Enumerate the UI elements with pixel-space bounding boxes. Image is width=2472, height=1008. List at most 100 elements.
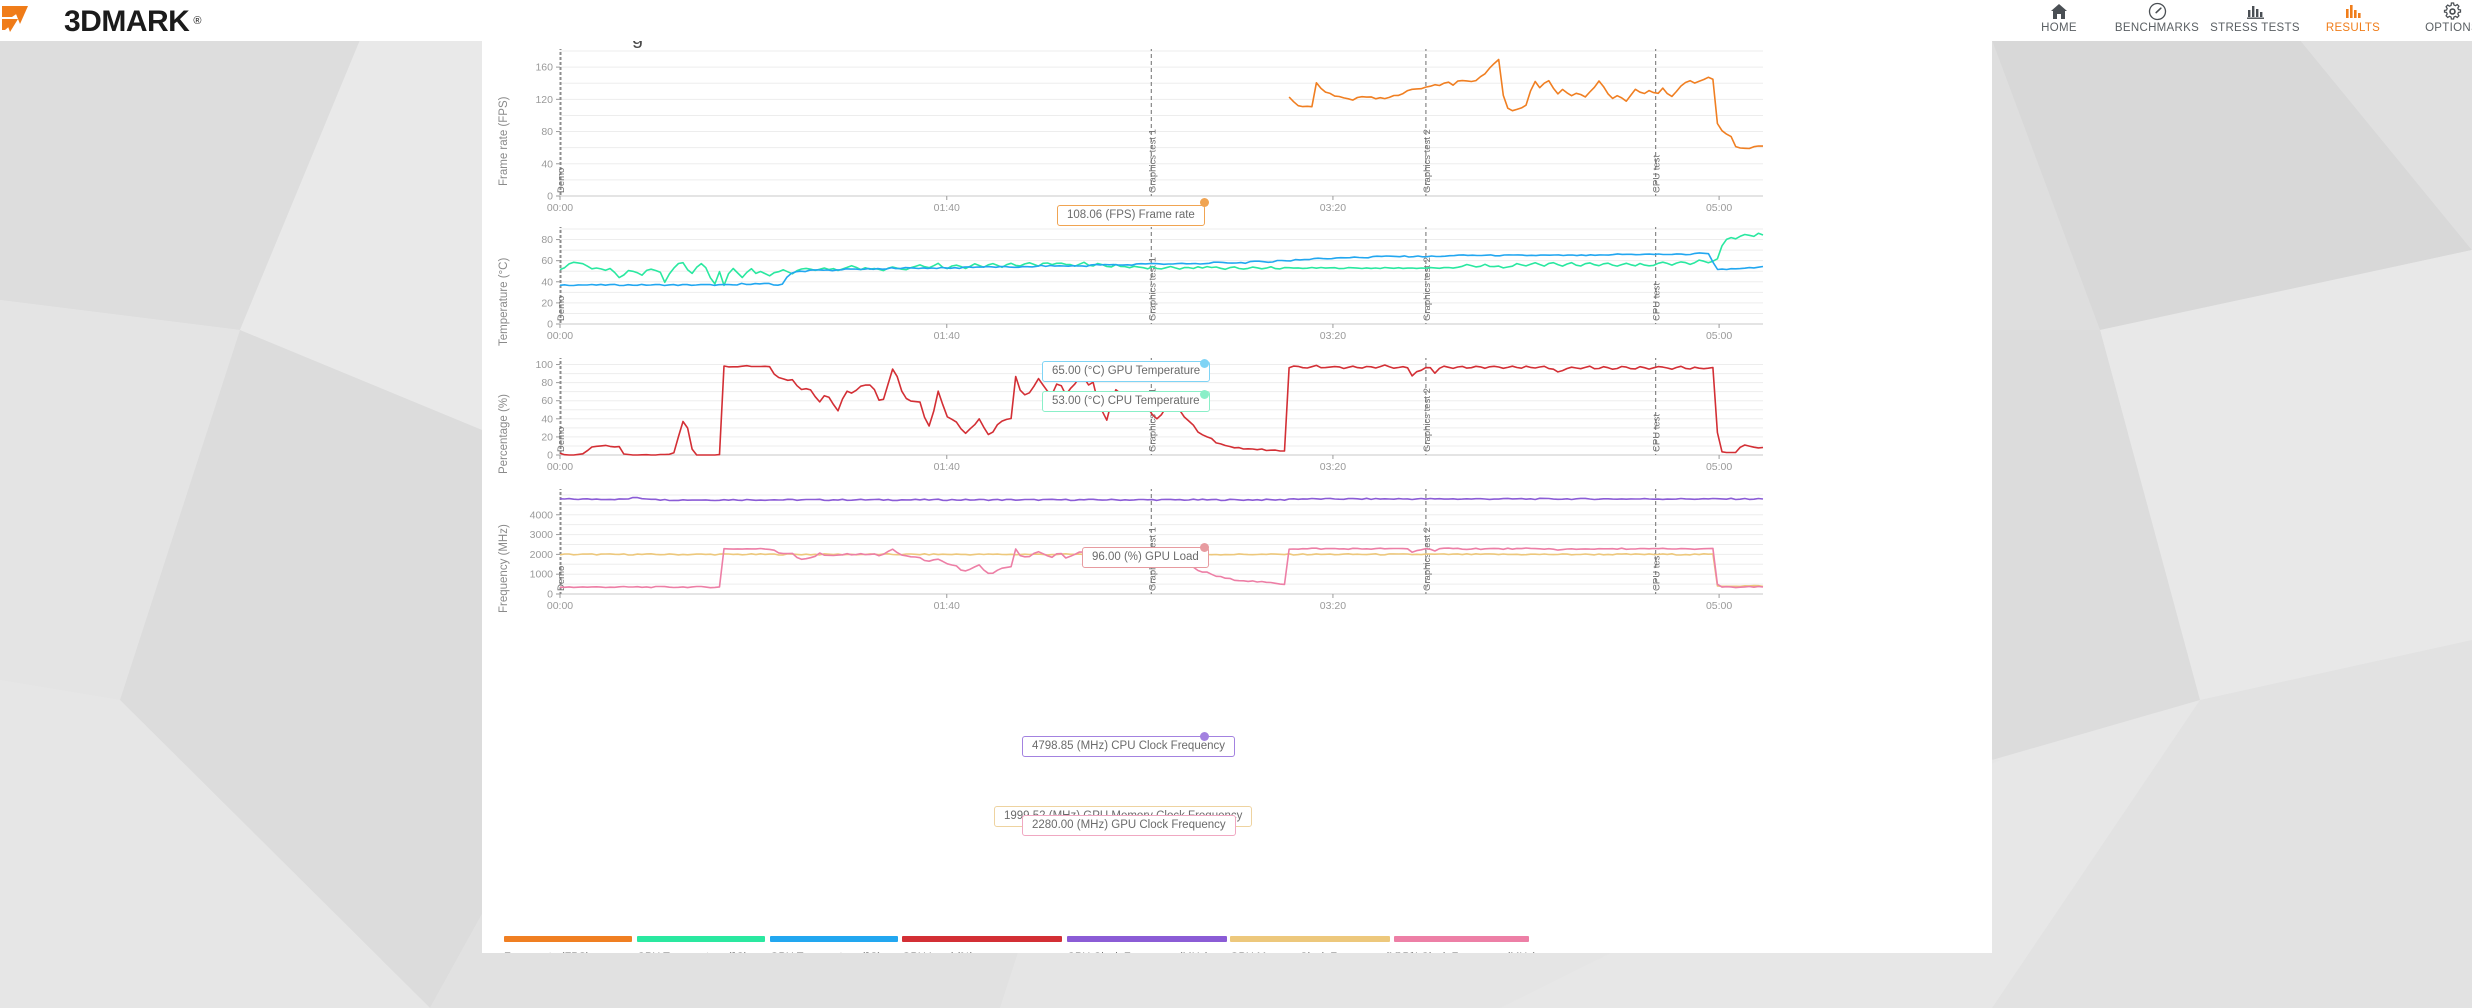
svg-text:Demo: Demo [556,168,567,193]
legend-label: CPU Clock Frequency (MHz) [1067,951,1227,953]
legend-item[interactable]: GPU Clock Frequency (MHz) [1394,936,1536,953]
legend-color-swatch [1067,936,1227,942]
chart-percentage-ylabel: Percentage (%) [498,394,510,474]
speedometer-icon [2148,2,2167,20]
svg-text:CPU test: CPU test [1652,283,1663,321]
legend-label: Frame rate (FPS) [504,951,632,953]
svg-text:0: 0 [547,589,553,601]
app-top-bar: 3DMARK ® HOME BENCHMARKS STRESS TESTS RE… [0,0,2472,41]
chart-tooltip: 2280.00 (MHz) GPU Clock Frequency [1022,815,1236,836]
legend-label: GPU Temperature (°C) [770,951,898,953]
gear-icon [2408,1,2472,20]
svg-text:CPU test: CPU test [1652,553,1663,591]
chart-tooltip: 53.00 (°C) CPU Temperature [1042,391,1210,412]
svg-text:4000: 4000 [530,509,554,521]
chart-tooltip-marker-dot [1200,543,1209,552]
chart-frequency-ylabel: Frequency (MHz) [498,524,510,613]
svg-text:00:00: 00:00 [547,202,573,214]
nav-label-results: RESULTS [2325,22,2381,34]
nav-label-home: HOME [2041,22,2077,34]
nav-label-stress-tests: STRESS TESTS [2210,22,2300,34]
nav-item-benchmarks[interactable]: BENCHMARKS [2108,0,2206,41]
svg-text:Demo: Demo [556,427,567,452]
svg-text:03:20: 03:20 [1320,461,1346,473]
svg-text:CPU test: CPU test [1652,155,1663,193]
chart-legend: Frame rate (FPS) CPU Temperature (°C) GPU … [482,936,1992,953]
svg-text:01:40: 01:40 [934,461,960,473]
legend-item[interactable]: GPU Temperature (°C) [770,936,898,953]
svg-text:80: 80 [541,377,553,389]
svg-text:00:00: 00:00 [547,330,573,342]
chart-percentage[interactable]: Percentage (%) 0 20 40 60 80 100 00:00 01:40 03:… [482,352,1992,483]
nav-item-results[interactable]: RESULTS [2304,0,2402,41]
chart-svg: 0 20 40 60 80 00:00 01:40 03:20 05:00 Demo Graphic… [541,227,1764,342]
legend-item[interactable]: GPU Memory Clock Frequency (MHz) [1230,936,1415,953]
svg-text:80: 80 [541,126,553,138]
legend-item[interactable]: Frame rate (FPS) [504,936,632,953]
svg-text:40: 40 [541,413,553,425]
svg-text:0: 0 [547,191,553,203]
svg-text:3000: 3000 [530,529,554,541]
monitoring-charts-container: g Frame rate (FPS) 0408012016000:0001:40… [482,41,1992,953]
legend-item[interactable]: CPU Clock Frequency (MHz) [1067,936,1227,953]
svg-text:160: 160 [535,62,553,74]
legend-color-swatch [637,936,765,942]
svg-text:20: 20 [541,431,553,443]
chart-svg: 0 40 80 120 160 00:00 01:40 03:20 05:00 Demo Graph… [535,49,1764,214]
legend-label: GPU Memory Clock Frequency (MHz) [1230,951,1415,953]
svg-text:03:20: 03:20 [1320,330,1346,342]
nav-label-options: OPTIONS [2425,22,2472,34]
nav-item-home[interactable]: HOME [2010,0,2108,41]
svg-text:05:00: 05:00 [1706,202,1732,214]
legend-item[interactable]: CPU Temperature (°C) [637,936,765,953]
series-line [559,232,1764,287]
nav-item-options[interactable]: OPTIONS [2402,0,2472,41]
svg-text:0: 0 [547,450,553,462]
chart-temperature[interactable]: Temperature (°C) 0 20 40 60 80 00:00 01:40 03:2… [482,221,1992,352]
svg-text:80: 80 [541,234,553,246]
legend-color-swatch [770,936,898,942]
svg-text:Graphics test 2: Graphics test 2 [1422,527,1433,591]
chart-tooltip-marker-dot [1200,732,1209,741]
chart-frame-rate-plot[interactable]: 0 40 80 120 160 00:00 01:40 03:20 05:00 Demo Graph… [520,49,1783,228]
svg-text:00:00: 00:00 [547,600,573,612]
legend-color-swatch [1230,936,1390,942]
legend-label: GPU Clock Frequency (MHz) [1394,951,1536,953]
chart-tooltip: 108.06 (FPS) Frame rate [1057,205,1205,226]
svg-text:1000: 1000 [530,569,554,581]
nav-item-stress-tests[interactable]: STRESS TESTS [2206,0,2304,41]
svg-text:00:00: 00:00 [547,461,573,473]
chart-temperature-plot[interactable]: 0 20 40 60 80 00:00 01:40 03:20 05:00 Demo Graphic… [520,227,1783,356]
home-icon [2050,2,2068,20]
svg-text:60: 60 [541,255,553,267]
svg-text:2000: 2000 [530,549,554,561]
chart-frequency[interactable]: Frequency (MHz) 0 1000 2000 3000 4000 00:00 01… [482,483,1992,623]
svg-text:01:40: 01:40 [934,202,960,214]
svg-text:01:40: 01:40 [934,330,960,342]
svg-text:0: 0 [547,319,553,331]
legend-item[interactable]: GPU Load (%) [902,936,1062,953]
series-line [1288,58,1764,150]
svg-text:40: 40 [541,158,553,170]
chart-tooltip: 65.00 (°C) GPU Temperature [1042,361,1211,382]
results-bars-icon [2344,2,2363,20]
svg-text:Graphics test 2: Graphics test 2 [1422,388,1433,452]
chart-tooltip: 96.00 (%) GPU Load [1082,547,1209,568]
chart-frame-rate-ylabel: Frame rate (FPS) [498,96,510,186]
nav-label-benchmarks: BENCHMARKS [2114,22,2200,34]
results-content-panel: g Frame rate (FPS) 0408012016000:0001:40… [482,41,1992,953]
app-logo[interactable]: 3DMARK ® [0,0,201,41]
svg-text:120: 120 [535,94,553,106]
svg-text:05:00: 05:00 [1706,600,1732,612]
svg-text:Graphics test 1: Graphics test 1 [1147,129,1158,193]
chart-temperature-ylabel: Temperature (°C) [498,257,510,346]
svg-text:03:20: 03:20 [1320,202,1346,214]
chart-frame-rate[interactable]: Frame rate (FPS) 0 40 80 120 160 00:00 01:40 03… [482,41,1992,221]
svg-text:01:40: 01:40 [934,600,960,612]
chart-tooltip-marker-dot [1200,359,1209,368]
svg-text:100: 100 [535,359,553,371]
legend-label: CPU Temperature (°C) [637,951,765,953]
svg-text:05:00: 05:00 [1706,461,1732,473]
legend-color-swatch [902,936,1062,942]
svg-text:Graphics test 2: Graphics test 2 [1422,129,1433,193]
